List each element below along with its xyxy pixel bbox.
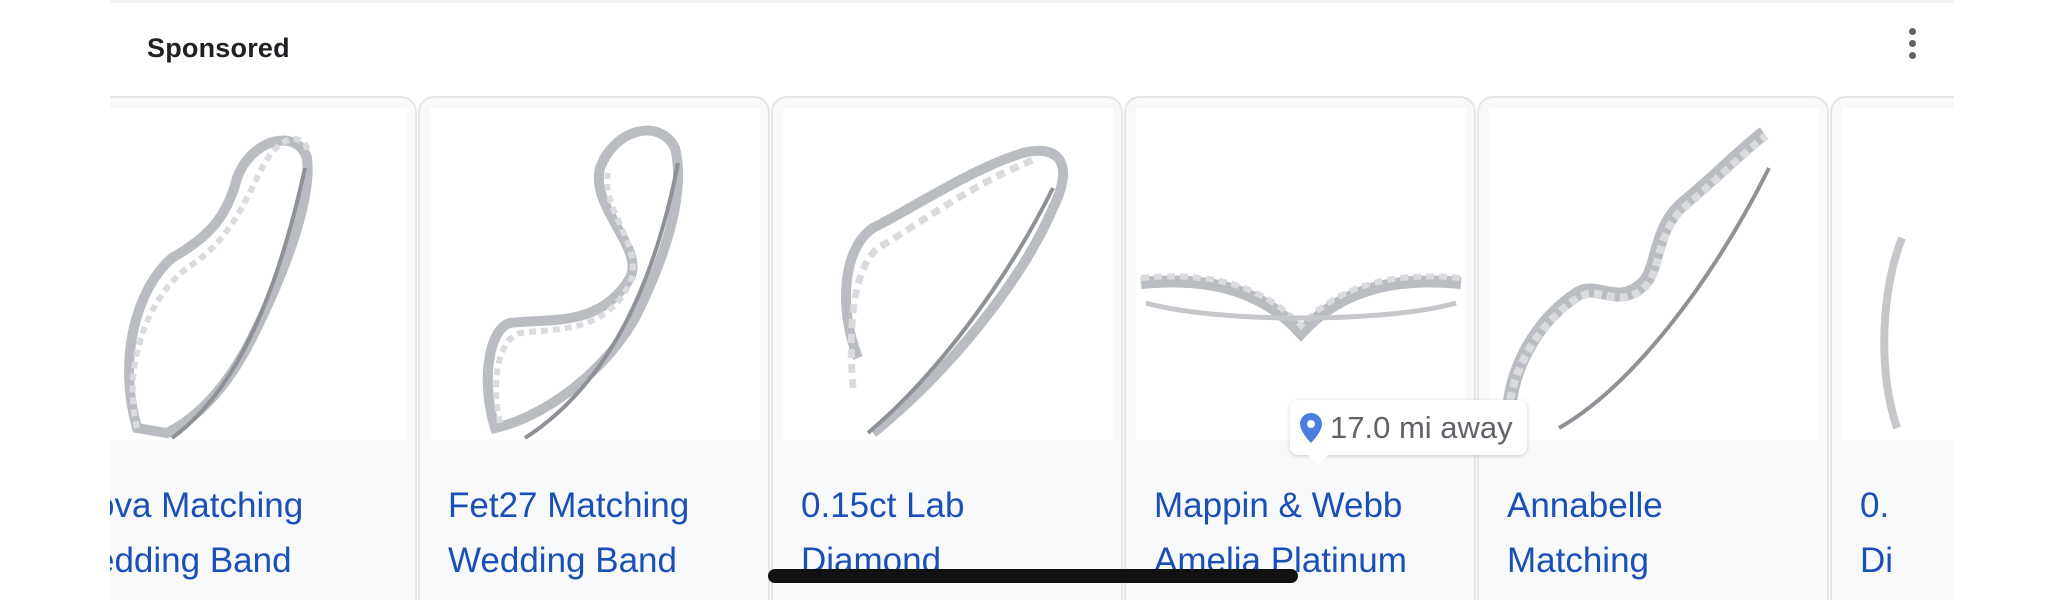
product-title[interactable]: Annabelle Matching bbox=[1507, 478, 1807, 588]
product-card[interactable]: Mappin & Webb Amelia Platinum bbox=[1124, 96, 1476, 600]
ring-image-svg bbox=[1502, 127, 1771, 430]
curved-diamond-wedding-band-image bbox=[110, 108, 407, 440]
ring-image-svg bbox=[1880, 236, 1906, 430]
partial-ring-image bbox=[1842, 108, 1954, 440]
v-shaped-lab-diamond-band-image bbox=[783, 108, 1113, 440]
distance-badge: 17.0 mi away bbox=[1290, 400, 1527, 465]
more-vert-icon[interactable] bbox=[1900, 28, 1924, 64]
ring-image-svg bbox=[124, 135, 313, 440]
sponsored-label: Sponsored bbox=[147, 33, 290, 63]
product-card[interactable]: Fet27 Matching Wedding Band bbox=[418, 96, 770, 600]
product-card[interactable]: ova Matching edding Band bbox=[110, 96, 417, 600]
product-title[interactable]: 0. Di bbox=[1860, 478, 1954, 588]
platinum-v-band-image bbox=[1136, 108, 1466, 440]
product-card[interactable]: Annabelle Matching bbox=[1477, 96, 1829, 600]
wishbone-diamond-wedding-band-image bbox=[430, 108, 760, 440]
product-title[interactable]: ova Matching edding Band bbox=[110, 478, 395, 588]
product-card[interactable]: 0. Di bbox=[1830, 96, 1954, 600]
stepped-diamond-wedding-band-image bbox=[1489, 108, 1819, 440]
location-pin-icon bbox=[1300, 412, 1322, 443]
ring-image-svg bbox=[841, 145, 1068, 437]
distance-text: 17.0 mi away bbox=[1330, 409, 1513, 445]
ring-image-svg bbox=[1140, 273, 1462, 342]
ring-image-svg bbox=[482, 125, 684, 440]
page: Sponsored ova Matching edding Band Fet27… bbox=[0, 0, 2064, 600]
product-title[interactable]: Fet27 Matching Wedding Band bbox=[448, 478, 748, 588]
product-card[interactable]: 0.15ct Lab Diamond bbox=[771, 96, 1123, 600]
product-carousel[interactable]: ova Matching edding Band Fet27 Matching … bbox=[110, 96, 1954, 600]
sponsored-products-panel: Sponsored ova Matching edding Band Fet27… bbox=[110, 0, 1954, 600]
home-indicator[interactable] bbox=[768, 569, 1298, 583]
